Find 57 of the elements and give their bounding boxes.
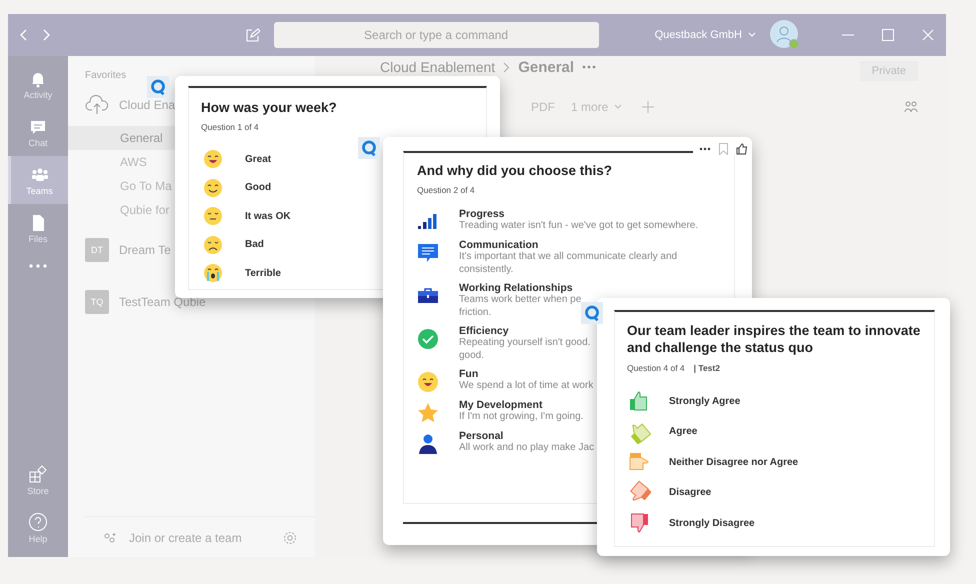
question-counter: Question 1 of 4 bbox=[201, 122, 260, 132]
rail-tab[interactable]: Help bbox=[8, 503, 68, 551]
team-breadcrumb[interactable]: Cloud Enablement bbox=[380, 59, 496, 75]
question-counter: Question 4 of 4 bbox=[627, 363, 685, 373]
rail-tab[interactable]: Store bbox=[8, 455, 68, 503]
channel-item[interactable]: Qubie for bbox=[68, 198, 175, 222]
reason-description: good. bbox=[459, 350, 484, 362]
channel-title: General bbox=[518, 58, 574, 76]
channel-item[interactable]: AWS bbox=[68, 150, 175, 174]
team-avatar: DT bbox=[85, 238, 109, 262]
answer-option[interactable]: Great bbox=[245, 154, 272, 165]
channel-item[interactable]: Go To Ma bbox=[68, 174, 175, 198]
organization-name[interactable]: Questback GmbH bbox=[654, 29, 742, 41]
reason-description: All work and no play make Jac bbox=[459, 442, 594, 454]
answer-option[interactable]: Disagree bbox=[669, 487, 712, 498]
reason-description: If I'm not growing, I'm going. bbox=[459, 411, 584, 424]
answer-option[interactable]: Neither Disagree nor Agree bbox=[669, 456, 798, 468]
rail-tab[interactable]: Activity bbox=[8, 60, 68, 108]
team-name[interactable]: Dream Te bbox=[119, 243, 171, 257]
question-title: Our team leader inspires the team to innovate and challenge the status quo bbox=[627, 322, 922, 356]
more-tabs-dropdown[interactable]: 1 more bbox=[571, 100, 608, 114]
answer-option[interactable]: Strongly Agree bbox=[669, 396, 740, 407]
question-counter: Question 2 of 4 bbox=[417, 185, 476, 195]
reason-title[interactable]: Progress bbox=[459, 208, 505, 220]
question-title: How was your week? bbox=[201, 100, 338, 115]
question-title: And why did you choose this? bbox=[417, 163, 614, 178]
reason-description: Repeating yourself isn't good. bbox=[459, 337, 590, 350]
reason-description: friction. bbox=[459, 306, 492, 319]
answer-option[interactable]: It was OK bbox=[245, 210, 291, 222]
reason-title[interactable]: Working Relationships bbox=[459, 282, 573, 294]
channel-item[interactable]: General bbox=[68, 126, 175, 150]
reason-description: It's important that we all communicate clearly and bbox=[459, 251, 678, 264]
reason-description: consistently. bbox=[459, 264, 514, 276]
reason-description: We spend a lot of time at work bbox=[459, 380, 594, 392]
rail-tab[interactable]: Teams bbox=[8, 156, 68, 204]
reason-title[interactable]: Personal bbox=[459, 430, 504, 442]
join-team-link[interactable]: Join or create a team bbox=[129, 531, 242, 545]
answer-option[interactable]: Agree bbox=[669, 426, 698, 438]
reason-title[interactable]: Efficiency bbox=[459, 325, 509, 337]
channel-tab[interactable]: PDF bbox=[531, 100, 555, 114]
reason-description: Treading water isn't fun - we've got to get somewhere. bbox=[459, 220, 698, 232]
survey-tag: | Test2 bbox=[694, 363, 720, 373]
team-name[interactable]: TestTeam Qubie bbox=[119, 295, 206, 309]
team-avatar: TQ bbox=[85, 290, 109, 314]
rail-tab[interactable]: Chat bbox=[8, 108, 68, 156]
search-field[interactable]: Search or type a command bbox=[274, 22, 599, 48]
team-name[interactable]: Cloud Ena bbox=[119, 98, 176, 112]
answer-option[interactable]: Bad bbox=[245, 239, 264, 250]
reason-title[interactable]: My Development bbox=[459, 399, 542, 411]
rail-tab[interactable]: Files bbox=[8, 204, 68, 252]
reason-title[interactable]: Fun bbox=[459, 368, 478, 380]
answer-option[interactable]: Strongly Disagree bbox=[669, 518, 755, 529]
section-heading: Favorites bbox=[84, 70, 128, 81]
reason-description: Teams work better when pe bbox=[459, 294, 582, 306]
answer-option[interactable]: Terrible bbox=[245, 268, 281, 279]
answer-option[interactable]: Good bbox=[245, 182, 272, 194]
reason-title[interactable]: Communication bbox=[459, 239, 538, 251]
